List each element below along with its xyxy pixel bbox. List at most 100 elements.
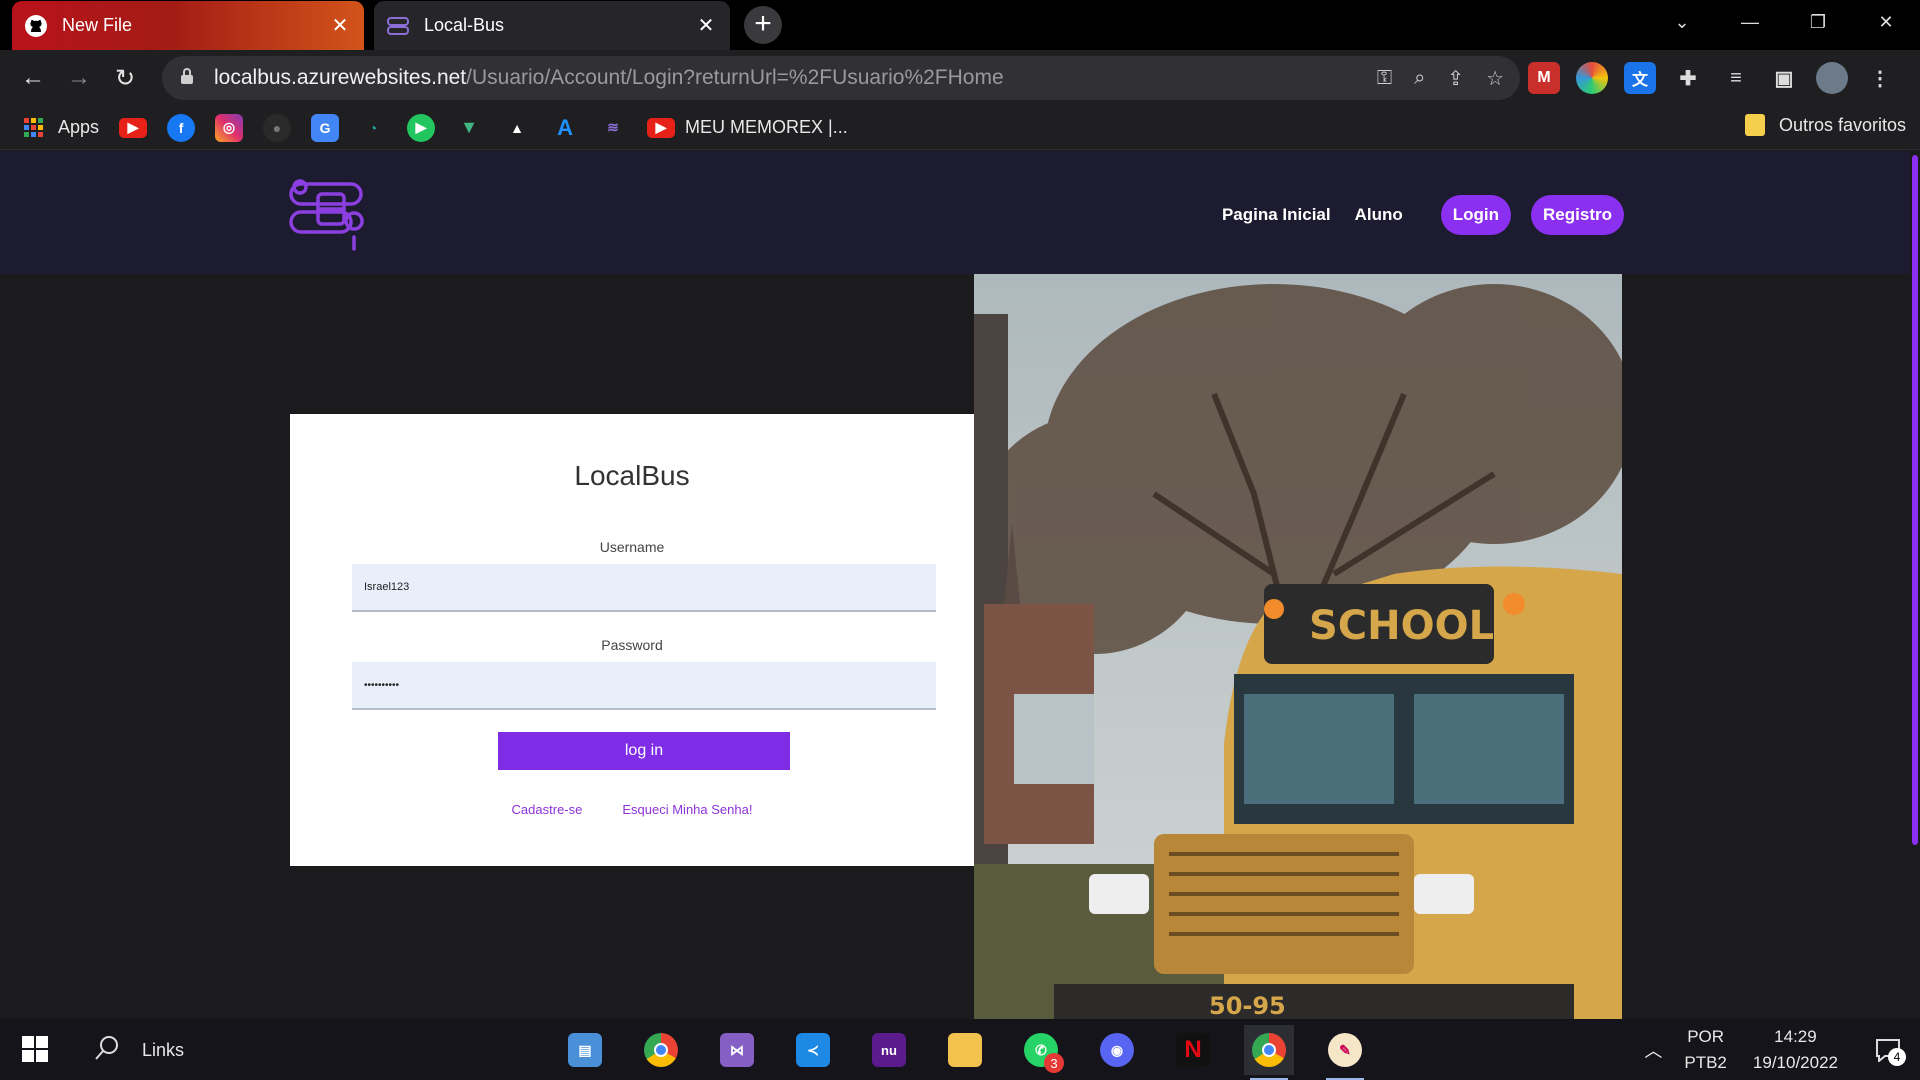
localbus-logo-icon[interactable] — [288, 179, 366, 253]
bus-sign-text: SCHOOL BUS — [1309, 603, 1600, 649]
bookmark-youtube[interactable]: ▶ — [119, 117, 148, 138]
taskbar-file-explorer[interactable] — [940, 1025, 990, 1075]
bus-number-text: 50-95 — [1209, 992, 1286, 1019]
bookmark-site-a[interactable]: ◔ — [359, 114, 387, 142]
folder-icon — [948, 1033, 982, 1067]
page-scrollbar[interactable] — [1910, 151, 1920, 1019]
forgot-password-link[interactable]: Esqueci Minha Senha! — [622, 802, 752, 817]
language-indicator[interactable]: POR PTB2 — [1684, 1024, 1727, 1076]
taskbar-visual-studio[interactable]: ⋈ — [712, 1025, 762, 1075]
extensions-area: M 文 ✚ ≡ ▣ ⋮ — [1528, 56, 1896, 100]
taskbar-paint[interactable]: ✎ — [1320, 1025, 1370, 1080]
taskbar-whatsapp[interactable]: ✆ 3 — [1016, 1025, 1066, 1075]
scrollbar-thumb[interactable] — [1912, 155, 1918, 845]
lang-bottom: PTB2 — [1684, 1052, 1727, 1072]
taskbar-control-panel[interactable]: ▤ — [560, 1025, 610, 1075]
nav-home-link[interactable]: Pagina Inicial — [1222, 205, 1331, 225]
tab-new-file[interactable]: New File ✕ — [12, 1, 364, 50]
gmail-extension-icon[interactable]: M — [1528, 62, 1560, 94]
media-queue-icon[interactable]: ≡ — [1720, 62, 1752, 94]
username-input[interactable]: Israel123 — [352, 564, 936, 612]
taskbar-discord[interactable]: ◉ — [1092, 1025, 1142, 1075]
taskbar-search-label: Links — [142, 1040, 185, 1060]
url-host: localbus.azurewebsites.net — [214, 66, 467, 89]
taskbar-chrome[interactable] — [636, 1025, 686, 1075]
bookmarks-bar: Apps ▶ f ◎ ● G ◔ ▶ ▼ ▲ A ≋ ▶ MEU MEMOREX… — [0, 106, 1920, 150]
screen: New File ✕ Local-Bus ✕ + ⌄ — ❐ ✕ ← → ↻ l… — [0, 0, 1920, 1080]
bookmark-localbus[interactable]: ≋ — [599, 114, 627, 142]
taskbar-search[interactable]: Links — [94, 1035, 184, 1066]
bookmark-triangle[interactable]: ▲ — [503, 114, 531, 142]
bookmark-github[interactable]: ● — [263, 113, 292, 142]
localbus-favicon: ≋ — [607, 119, 619, 135]
notification-center-icon[interactable]: 4 — [1868, 1030, 1908, 1070]
lock-icon — [180, 67, 204, 90]
tab-local-bus[interactable]: Local-Bus ✕ — [374, 1, 730, 50]
tab-close-icon[interactable]: ✕ — [694, 14, 718, 38]
bookmark-label: MEU MEMOREX |... — [685, 117, 848, 137]
nav-student-link[interactable]: Aluno — [1355, 205, 1403, 225]
clock[interactable]: 14:29 19/10/2022 — [1753, 1024, 1838, 1076]
share-icon[interactable]: ⇪ — [1447, 66, 1464, 91]
taskbar-netflix[interactable]: N — [1168, 1025, 1218, 1075]
new-tab-button[interactable]: + — [744, 6, 782, 44]
localbus-favicon — [386, 14, 410, 38]
school-bus-photo: SCHOOL BUS 50-95 — [974, 274, 1622, 1019]
bookmark-apps[interactable]: Apps — [20, 114, 99, 142]
tab-close-icon[interactable]: ✕ — [328, 14, 352, 38]
search-icon — [94, 1035, 120, 1066]
login-links: Cadastre-se Esqueci Minha Senha! — [290, 802, 974, 817]
bookmark-vue[interactable]: ▼ — [455, 114, 483, 142]
bookmark-site-b[interactable]: ▶ — [407, 113, 436, 142]
bookmark-azure[interactable]: A — [551, 114, 579, 142]
tab-search-chevron-icon[interactable]: ⌄ — [1648, 0, 1716, 44]
address-bar[interactable]: localbus.azurewebsites.net/Usuario/Accou… — [162, 56, 1520, 100]
taskbar-apps: ▤ ⋈ ≺ nu ✆ 3 ◉ N ✎ — [560, 1025, 1370, 1080]
forward-arrow-icon[interactable]: → — [56, 55, 102, 101]
login-submit-button[interactable]: log in — [498, 732, 790, 770]
system-tray: ︿ POR PTB2 14:29 19/10/2022 4 — [1644, 1019, 1920, 1080]
login-button[interactable]: Login — [1440, 195, 1512, 235]
password-input[interactable]: •••••••••• — [352, 662, 936, 710]
taskbar-chrome-profile[interactable] — [1244, 1025, 1294, 1080]
bookmark-memorex[interactable]: ▶ MEU MEMOREX |... — [647, 117, 848, 138]
star-icon[interactable]: ☆ — [1486, 66, 1504, 91]
brand-title: LocalBus — [574, 460, 690, 491]
vue-icon: ▼ — [460, 117, 478, 137]
signup-link[interactable]: Cadastre-se — [512, 802, 583, 817]
register-button[interactable]: Registro — [1531, 195, 1624, 235]
side-panel-icon[interactable]: ▣ — [1768, 62, 1800, 94]
clock-time: 14:29 — [1774, 1026, 1817, 1046]
whatsapp-badge: 3 — [1044, 1053, 1064, 1073]
puzzle-extensions-icon[interactable]: ✚ — [1672, 62, 1704, 94]
tab-title: Local-Bus — [424, 15, 505, 35]
tray-chevron-icon[interactable]: ︿ — [1644, 1037, 1662, 1063]
windows-start-icon[interactable] — [22, 1036, 48, 1062]
bookmark-other-favorites[interactable]: Outros favoritos — [1744, 114, 1906, 136]
reload-icon[interactable]: ↻ — [102, 55, 148, 101]
close-window-icon[interactable]: ✕ — [1852, 0, 1920, 44]
color-extension-icon[interactable] — [1576, 62, 1608, 94]
taskbar-nuinvest[interactable]: nu — [864, 1025, 914, 1075]
translate-extension-icon[interactable]: 文 — [1624, 62, 1656, 94]
vscode-icon: ≺ — [796, 1033, 830, 1067]
site-header: Pagina Inicial Aluno Login Registro — [0, 151, 1920, 274]
key-icon[interactable]: ⚿ — [1377, 67, 1392, 90]
chrome-icon — [1252, 1033, 1286, 1067]
zoom-icon[interactable]: ⌕ — [1414, 67, 1425, 90]
clock-date: 19/10/2022 — [1752, 1052, 1838, 1072]
browser-menu-icon[interactable]: ⋮ — [1864, 62, 1896, 94]
username-label: Username — [599, 539, 665, 555]
control-panel-icon: ▤ — [568, 1033, 602, 1067]
bookmark-facebook[interactable]: f — [167, 113, 196, 142]
bookmark-instagram[interactable]: ◎ — [215, 113, 244, 142]
apps-grid-icon — [20, 114, 48, 142]
bookmark-translate[interactable]: G — [311, 113, 340, 142]
back-arrow-icon[interactable]: ← — [10, 55, 56, 101]
browser-toolbar: ← → ↻ localbus.azurewebsites.net/Usuario… — [0, 50, 1920, 106]
restore-icon[interactable]: ❐ — [1784, 0, 1852, 44]
profile-avatar-icon[interactable] — [1816, 62, 1848, 94]
browser-tab-strip: New File ✕ Local-Bus ✕ + ⌄ — ❐ ✕ — [0, 0, 1920, 50]
minimize-icon[interactable]: — — [1716, 0, 1784, 44]
taskbar-vscode[interactable]: ≺ — [788, 1025, 838, 1075]
